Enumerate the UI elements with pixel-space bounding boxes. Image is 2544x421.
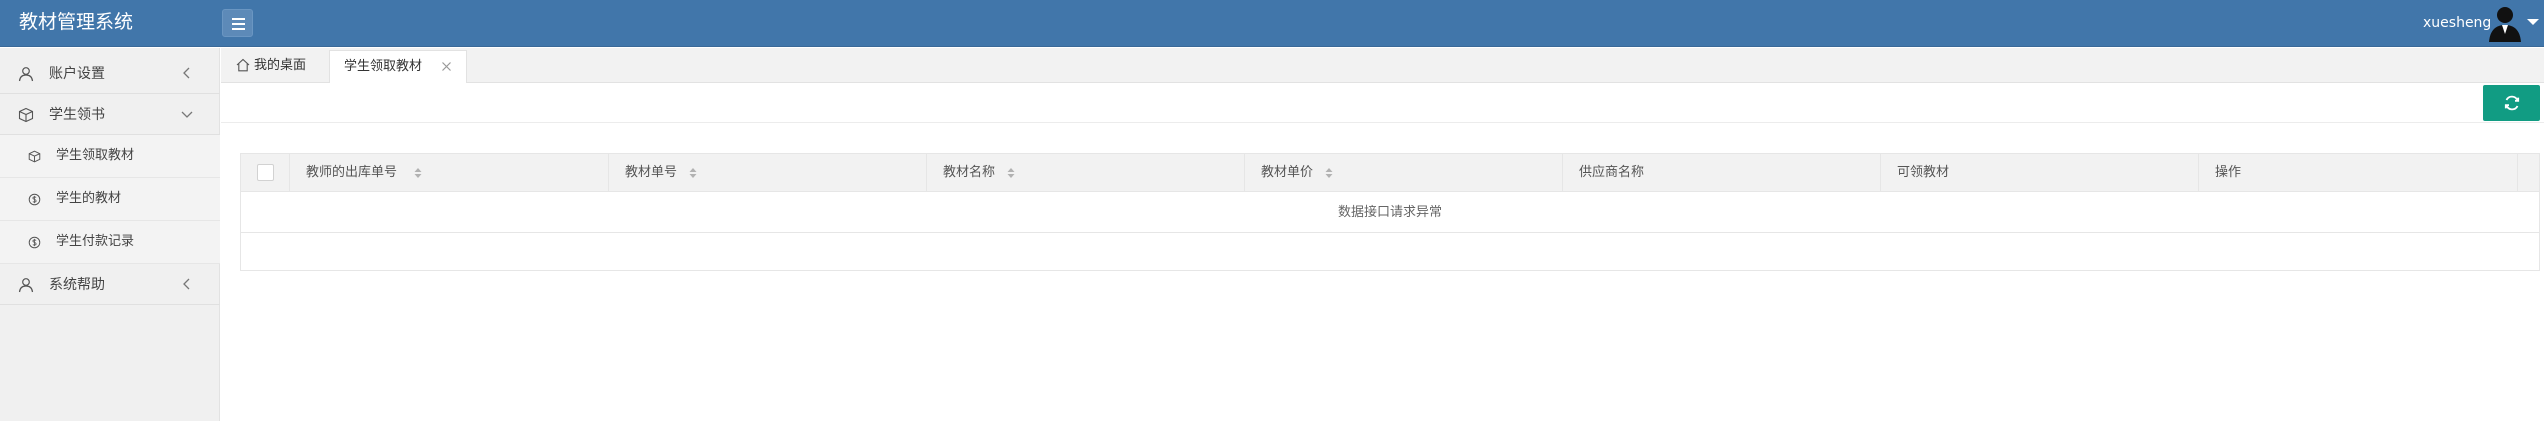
column-header-label: 教材单价 [1261, 165, 1314, 180]
sidebar-toggle-button[interactable] [222, 9, 253, 37]
column-header[interactable]: 教材单价 [1245, 154, 1563, 192]
column-header-label: 教材名称 [943, 165, 996, 180]
column-header-label: 可领教材 [1897, 165, 1950, 180]
user-icon [18, 67, 34, 82]
sidebar: 账户设置 学生领书 学生领取教材 学生的教材 学生付款记录 系统帮助 [0, 48, 220, 421]
sidebar-subitem-receive-textbooks[interactable]: 学生领取教材 [0, 135, 220, 178]
sort-icon[interactable] [1325, 167, 1333, 179]
chevron-left-icon [183, 67, 190, 79]
sidebar-item-label: 学生的教材 [56, 191, 122, 206]
sort-icon[interactable] [689, 167, 697, 179]
tab-receive-textbooks[interactable]: 学生领取教材 [329, 50, 467, 83]
tab-bar: 我的桌面 学生领取教材 [221, 48, 2544, 83]
table-header: 教师的出库单号 教材单号 教材名称 教材单价 供应商名称 可领教材 操作 [241, 154, 2539, 192]
sidebar-item-student-books[interactable]: 学生领书 [0, 94, 220, 135]
coin-icon [28, 193, 41, 206]
box-icon [28, 150, 41, 163]
tab-my-desktop[interactable]: 我的桌面 [227, 50, 327, 83]
sort-icon[interactable] [414, 167, 422, 179]
close-icon[interactable] [441, 61, 452, 72]
table-row: 数据接口请求异常 [241, 193, 2539, 233]
column-header[interactable]: 教材单号 [609, 154, 927, 192]
user-icon [18, 278, 34, 293]
toolbar [221, 83, 2544, 123]
tab-label: 学生领取教材 [344, 59, 423, 74]
select-all-column [241, 154, 290, 192]
column-header[interactable]: 可领教材 [1881, 154, 2199, 192]
user-menu-caret-icon[interactable] [2527, 19, 2539, 25]
column-header[interactable]: 操作 [2199, 154, 2518, 192]
sidebar-item-label: 学生领取教材 [56, 148, 135, 163]
sidebar-subitem-payment-records[interactable]: 学生付款记录 [0, 221, 220, 264]
coin-icon [28, 236, 41, 249]
column-header[interactable]: 供应商名称 [1563, 154, 1881, 192]
tab-label: 我的桌面 [254, 58, 307, 73]
column-header-label: 供应商名称 [1579, 165, 1645, 180]
data-table: 教师的出库单号 教材单号 教材名称 教材单价 供应商名称 可领教材 操作 数据接… [240, 153, 2540, 271]
refresh-button[interactable] [2483, 85, 2540, 121]
sidebar-item-account-settings[interactable]: 账户设置 [0, 53, 220, 94]
select-all-checkbox[interactable] [257, 164, 274, 181]
sidebar-item-system-help[interactable]: 系统帮助 [0, 264, 220, 305]
column-header-label: 操作 [2215, 165, 2242, 180]
app-title: 教材管理系统 [19, 11, 134, 33]
box-icon [18, 107, 34, 123]
avatar[interactable] [2487, 4, 2523, 42]
chevron-down-icon [181, 111, 193, 118]
refresh-icon [2504, 95, 2520, 111]
sidebar-item-label: 学生付款记录 [56, 234, 135, 249]
menu-bar-icon [232, 28, 245, 30]
home-icon [236, 58, 250, 72]
sidebar-item-label: 学生领书 [49, 107, 105, 123]
column-header-label: 教材单号 [625, 165, 678, 180]
sidebar-subitem-my-textbooks[interactable]: 学生的教材 [0, 178, 220, 221]
empty-message: 数据接口请求异常 [1337, 205, 1442, 220]
sidebar-item-label: 系统帮助 [49, 277, 105, 293]
column-header[interactable]: 教材名称 [927, 154, 1245, 192]
column-header-label: 教师的出库单号 [306, 165, 398, 180]
menu-bar-icon [232, 18, 245, 20]
top-header: 教材管理系统 xuesheng [0, 0, 2544, 47]
menu-bar-icon [232, 23, 245, 25]
sort-icon[interactable] [1007, 167, 1015, 179]
sidebar-item-label: 账户设置 [49, 66, 105, 82]
column-header[interactable]: 教师的出库单号 [290, 154, 609, 192]
user-name[interactable]: xuesheng [2423, 14, 2491, 32]
chevron-left-icon [183, 278, 190, 290]
